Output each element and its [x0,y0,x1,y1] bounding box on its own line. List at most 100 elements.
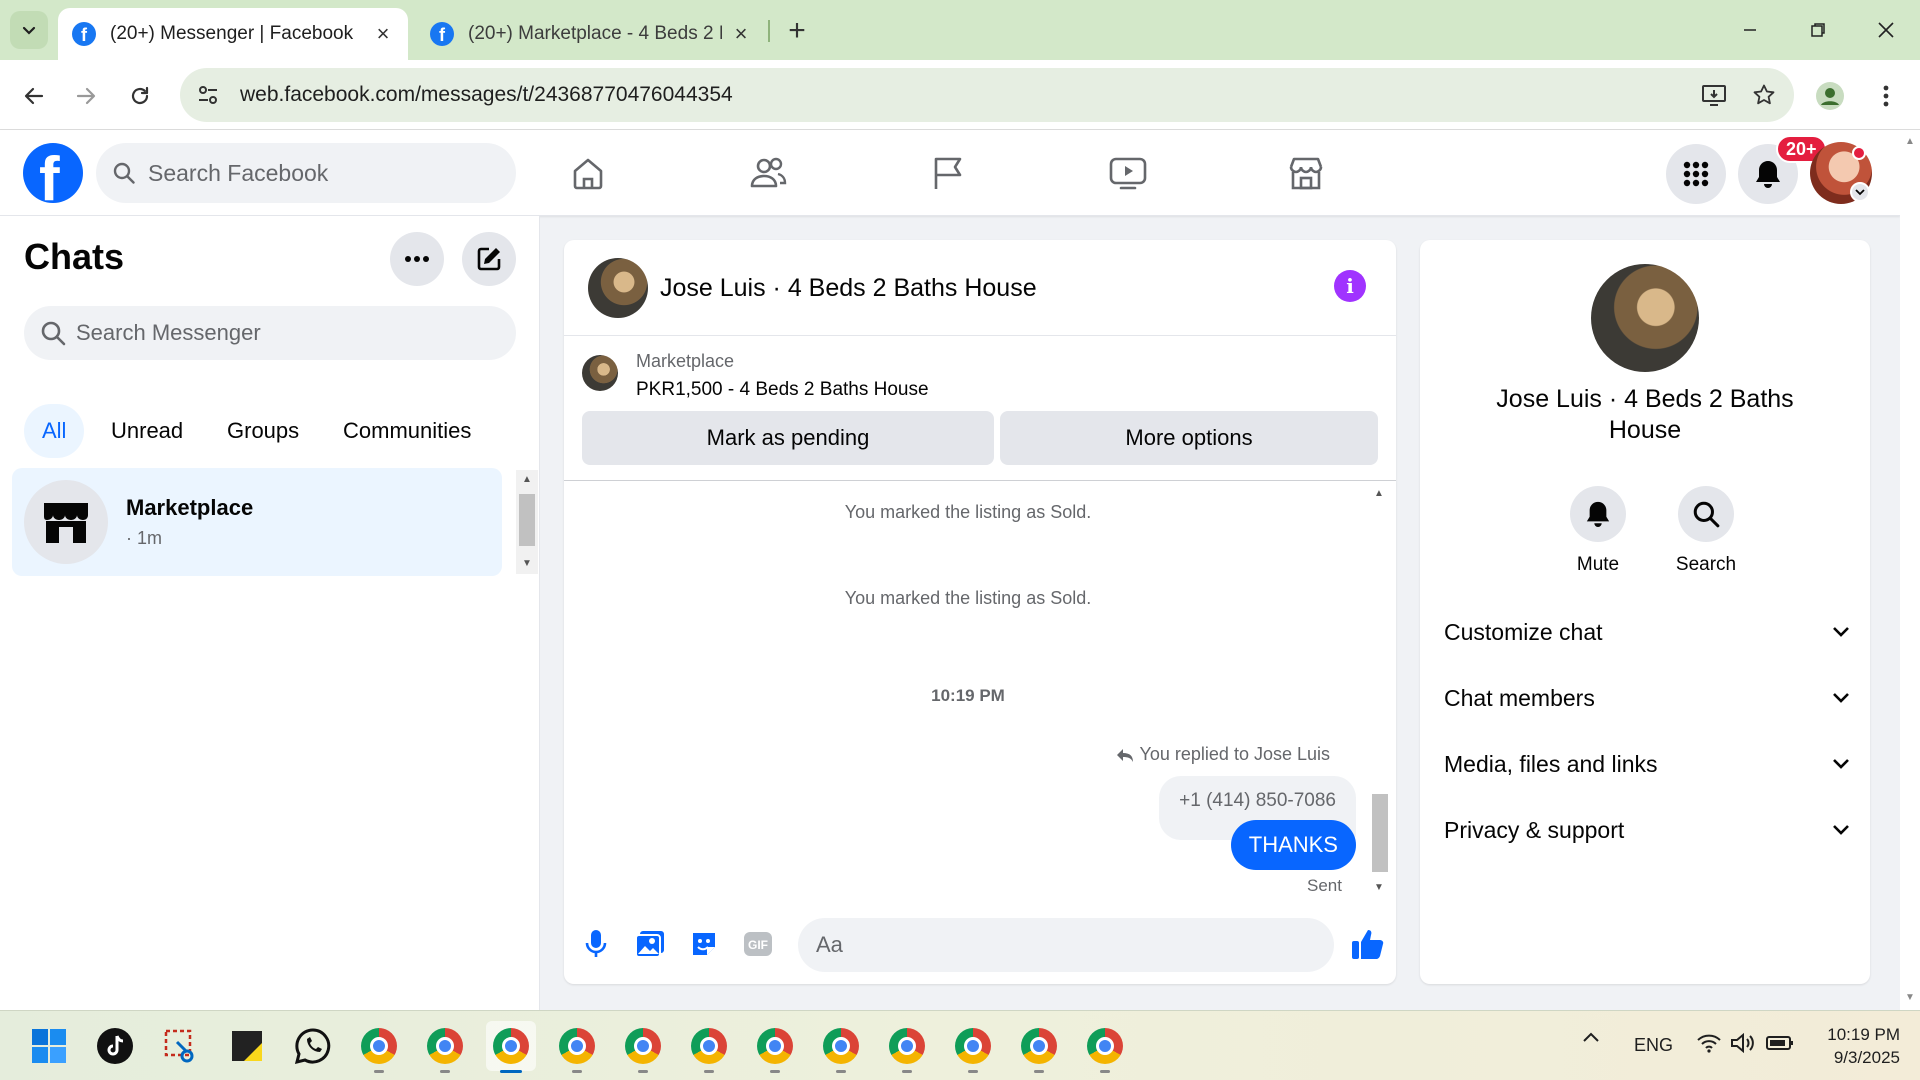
tab-messenger[interactable]: f (20+) Messenger | Facebook × [58,8,408,60]
messenger-search[interactable] [24,306,516,360]
close-tab-icon[interactable]: × [730,21,752,46]
chat-members-section[interactable]: Chat members [1444,671,1850,725]
nav-watch[interactable] [1068,140,1188,206]
clock-date: 9/3/2025 [1833,1048,1900,1067]
scroll-down-arrow-icon[interactable]: ▼ [1905,992,1915,1003]
gif-button[interactable]: GIF [738,924,778,964]
customize-chat-section[interactable]: Customize chat [1444,605,1850,659]
show-hidden-icons-button[interactable] [1582,1031,1600,1043]
listing-thumbnail[interactable] [582,355,618,391]
taskbar-chrome-4[interactable] [552,1021,602,1073]
taskbar-whatsapp[interactable] [288,1021,338,1071]
scroll-up-arrow-icon[interactable]: ▲ [1905,136,1915,147]
messages-scroll-thumb[interactable] [1372,794,1388,872]
taskbar-chrome-6[interactable] [684,1021,734,1073]
taskbar-tiktok[interactable] [90,1021,140,1071]
minimize-button[interactable] [1722,10,1778,50]
browser-menu-button[interactable] [1868,78,1904,114]
mute-button[interactable] [1570,486,1626,542]
taskbar-chrome-12[interactable] [1080,1021,1130,1073]
conversation-info-button[interactable]: i [1334,270,1366,302]
start-button[interactable] [24,1021,74,1071]
media-files-links-section[interactable]: Media, files and links [1444,737,1850,791]
listing-title[interactable]: PKR1,500 - 4 Beds 2 Baths House [636,379,929,401]
url-text[interactable]: web.facebook.com/messages/t/243687704760… [240,83,1694,107]
nav-home[interactable] [528,140,648,206]
filter-communities[interactable]: Communities [325,404,489,458]
nav-friends[interactable] [708,140,828,206]
nav-pages[interactable] [888,140,1008,206]
taskbar-chrome-1[interactable] [354,1021,404,1073]
menu-grid-button[interactable] [1666,144,1726,204]
mute-action[interactable]: Mute [1558,486,1638,576]
search-action[interactable]: Search [1666,486,1746,576]
close-window-button[interactable] [1858,10,1914,50]
close-tab-icon[interactable]: × [372,21,394,46]
message-input-box[interactable] [798,918,1334,972]
battery-status[interactable] [1766,1035,1794,1051]
facebook-search-input[interactable] [148,159,488,187]
more-options-button[interactable]: More options [1000,411,1378,465]
scroll-down-arrow-icon[interactable]: ▼ [522,558,532,569]
scroll-up-arrow-icon[interactable]: ▲ [1374,488,1384,499]
taskbar-chrome-7[interactable] [750,1021,800,1073]
reload-button[interactable] [120,76,160,116]
account-menu-button[interactable] [1850,182,1870,202]
facebook-logo[interactable]: f [23,143,83,203]
sticker-button[interactable] [684,924,724,964]
taskbar-chrome-2[interactable] [420,1021,470,1073]
restore-button[interactable] [1790,10,1846,50]
taskbar-chrome-10[interactable] [948,1021,998,1073]
running-indicator [638,1070,648,1073]
bell-icon [1756,161,1780,188]
message-input[interactable] [816,932,1256,958]
new-tab-button[interactable]: + [780,14,814,48]
voice-clip-button[interactable] [576,924,616,964]
taskbar-chrome-11[interactable] [1014,1021,1064,1073]
chats-scroll-thumb[interactable] [519,494,535,546]
mark-as-pending-button[interactable]: Mark as pending [582,411,994,465]
taskbar-chrome-8[interactable] [816,1021,866,1073]
filter-all[interactable]: All [24,404,85,458]
messages-scrollbar[interactable]: ▲ ▼ [1368,484,1390,898]
section-label: Privacy & support [1444,816,1625,843]
chat-item-marketplace[interactable]: Marketplace · 1m [12,468,502,576]
conversation-avatar[interactable] [588,258,648,318]
scroll-down-arrow-icon[interactable]: ▼ [1374,882,1384,893]
filter-unread[interactable]: Unread [93,404,201,458]
chats-options-button[interactable] [390,232,444,286]
facebook-search[interactable] [96,143,516,203]
wifi-status[interactable] [1696,1033,1722,1053]
new-message-button[interactable] [462,232,516,286]
back-button[interactable] [14,76,54,116]
nav-marketplace[interactable] [1246,140,1366,206]
page-scrollbar[interactable]: ▲ ▼ [1900,130,1920,1010]
chats-scrollbar[interactable]: ▲ ▼ [516,470,538,574]
site-info-button[interactable] [186,73,230,117]
volume-status[interactable] [1730,1033,1756,1053]
language-indicator[interactable]: ENG [1634,1035,1673,1056]
outgoing-message-bubble[interactable]: THANKS [1230,820,1356,870]
attach-photo-button[interactable] [630,924,670,964]
address-bar[interactable]: web.facebook.com/messages/t/243687704760… [180,68,1794,122]
taskbar-clock[interactable]: 10:19 PM 9/3/2025 [1800,1023,1900,1069]
scroll-up-arrow-icon[interactable]: ▲ [522,474,532,485]
taskbar-snipping-tool[interactable] [156,1021,206,1071]
search-in-conversation-button[interactable] [1678,486,1734,542]
send-like-button[interactable] [1348,924,1388,964]
tab-search-button[interactable] [10,11,48,49]
browser-profile-button[interactable] [1812,78,1848,114]
filter-groups[interactable]: Groups [209,404,317,458]
taskbar-chrome-3[interactable] [486,1021,536,1073]
conversation-title[interactable]: Jose Luis · 4 Beds 2 Baths House [660,274,1037,303]
bookmark-button[interactable] [1744,75,1784,115]
privacy-support-section[interactable]: Privacy & support [1444,803,1850,857]
tab-marketplace[interactable]: f (20+) Marketplace - 4 Beds 2 Ba × [416,8,766,60]
forward-button[interactable] [66,76,106,116]
taskbar-chrome-9[interactable] [882,1021,932,1073]
taskbar-chrome-5[interactable] [618,1021,668,1073]
taskbar-sticky-notes[interactable] [222,1021,272,1071]
profile-picture[interactable] [1591,264,1699,372]
install-app-button[interactable] [1694,75,1734,115]
messenger-search-input[interactable] [76,320,476,346]
